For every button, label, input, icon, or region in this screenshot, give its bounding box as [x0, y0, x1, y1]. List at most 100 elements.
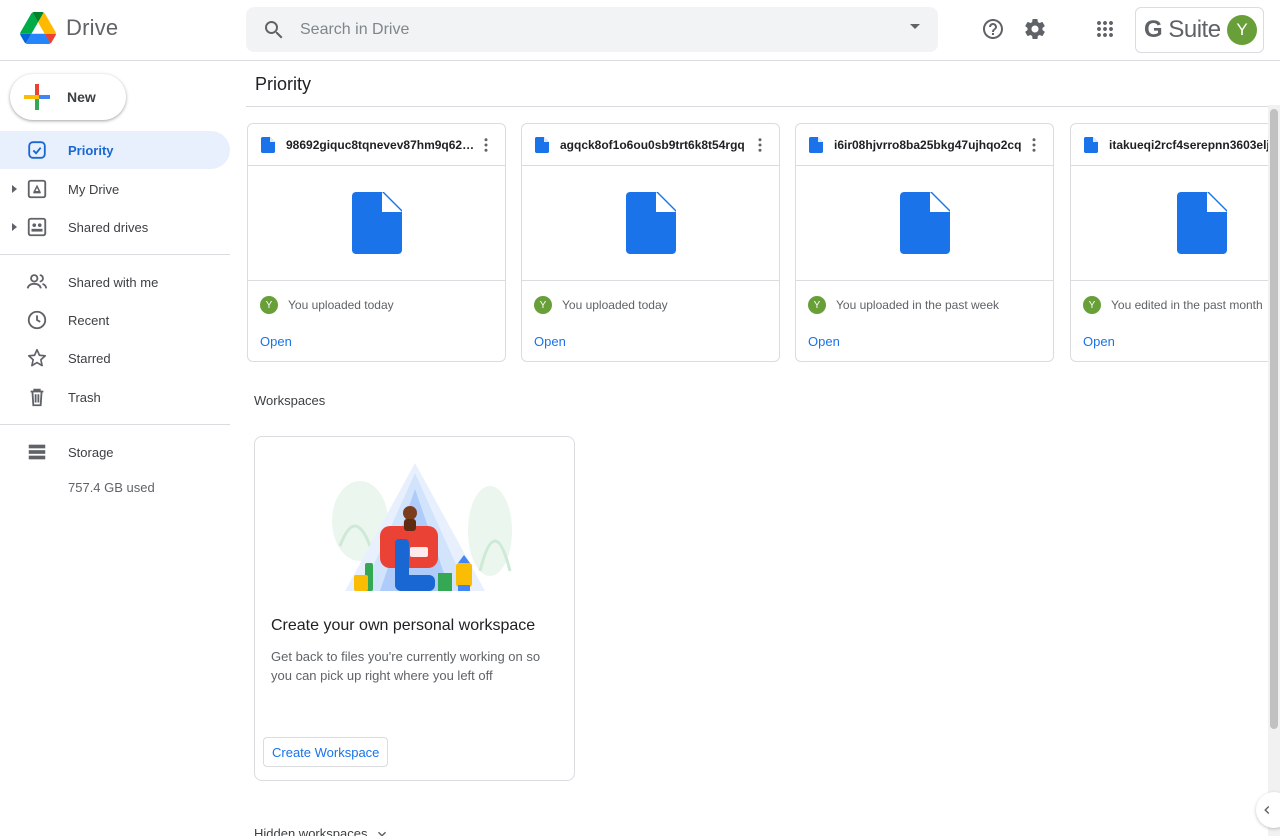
top-header: Drive G Suite Y [0, 0, 1280, 61]
file-preview[interactable] [522, 166, 779, 281]
file-name: itakueqi2rcf4serepnn3603elj [1109, 138, 1268, 152]
shared-with-me-icon [26, 274, 48, 289]
open-link[interactable]: Open [808, 334, 840, 349]
sidebar-item-label: Recent [68, 313, 110, 328]
drive-app: Drive G Suite Y New [0, 0, 1280, 836]
search-icon[interactable] [262, 18, 286, 42]
file-icon [261, 137, 275, 153]
new-button[interactable]: New [10, 74, 126, 120]
new-button-label: New [67, 89, 96, 105]
gsuite-brand: G Suite [1144, 16, 1221, 44]
apps-grid-icon[interactable] [1093, 17, 1117, 41]
user-avatar: Y [1083, 296, 1101, 314]
more-options-icon[interactable] [1025, 136, 1043, 154]
file-preview[interactable] [796, 166, 1053, 281]
storage-used-text: 757.4 GB used [68, 480, 155, 495]
app-name: Drive [66, 15, 119, 40]
sidebar-item-label: Shared drives [68, 220, 149, 235]
file-card-header: agqck8of1o6ou0sb9trt6k8t54rgq [522, 124, 779, 166]
drive-logo[interactable]: Drive [20, 12, 118, 44]
file-name: i6ir08hjvrro8ba25bkg47ujhqo2cq [834, 138, 1022, 152]
expand-caret-icon[interactable] [12, 223, 17, 231]
file-card[interactable]: 98692giquc8tqnevev87hm9q62ov Y You uploa… [247, 123, 506, 362]
file-icon [1084, 137, 1098, 153]
my-drive-icon [27, 179, 47, 199]
sidebar-item-label: Shared with me [68, 275, 159, 290]
search-options-dropdown-icon[interactable] [910, 24, 920, 29]
priority-icon [28, 141, 46, 159]
activity-text: You uploaded today [288, 298, 394, 312]
activity-text: You uploaded in the past week [836, 298, 1000, 312]
title-divider [246, 106, 1268, 107]
shared-drives-icon [27, 217, 47, 237]
main-content: Priority 98692giquc8tqnevev87hm9q62ov Y … [240, 61, 1268, 836]
sidebar-item-priority[interactable]: Priority [0, 131, 230, 169]
sidebar-divider [0, 424, 230, 425]
sidebar-item-recent[interactable]: Recent [0, 301, 230, 339]
sidebar-item-trash[interactable]: Trash [0, 378, 230, 416]
workspace-card-title: Create your own personal workspace [271, 617, 536, 634]
sidebar-divider [0, 254, 230, 255]
hidden-workspaces-toggle[interactable]: Hidden workspaces [254, 826, 389, 836]
settings-icon[interactable] [1023, 17, 1047, 41]
account-avatar[interactable]: Y [1227, 15, 1257, 45]
open-link[interactable]: Open [1083, 334, 1115, 349]
trash-icon [30, 388, 44, 407]
sidebar-item-starred[interactable]: Starred [0, 339, 230, 377]
workspaces-heading: Workspaces [254, 393, 326, 408]
sidebar-item-my-drive[interactable]: My Drive [0, 170, 230, 208]
drive-logo-icon [20, 12, 56, 44]
file-card[interactable]: agqck8of1o6ou0sb9trt6k8t54rgq Y You uplo… [521, 123, 780, 362]
file-activity: Y You uploaded in the past week [808, 296, 999, 314]
file-preview-icon [351, 192, 402, 254]
file-preview-icon [625, 192, 676, 254]
hidden-workspaces-label: Hidden workspaces [254, 826, 368, 836]
brand-letter: G [1144, 16, 1163, 43]
file-card-header: itakueqi2rcf4serepnn3603elj [1071, 124, 1268, 166]
sidebar-item-label: Trash [68, 390, 101, 405]
activity-text: You uploaded today [562, 298, 668, 312]
file-preview[interactable] [248, 166, 505, 281]
star-icon [27, 348, 47, 367]
more-options-icon[interactable] [477, 136, 495, 154]
sidebar-item-storage[interactable]: Storage [0, 433, 230, 471]
sidebar-item-shared-drives[interactable]: Shared drives [0, 208, 230, 246]
storage-icon [28, 444, 46, 460]
open-link[interactable]: Open [260, 334, 292, 349]
create-workspace-button[interactable]: Create Workspace [263, 737, 389, 767]
workspace-card-description: Get back to files you're currently worki… [271, 649, 541, 683]
file-name: agqck8of1o6ou0sb9trt6k8t54rgq [560, 138, 745, 152]
sidebar-item-label: Storage [68, 445, 114, 460]
activity-text: You edited in the past month [1111, 298, 1263, 312]
search-input[interactable] [300, 7, 860, 52]
file-card[interactable]: itakueqi2rcf4serepnn3603elj Y You edited… [1070, 123, 1268, 362]
file-activity: Y You edited in the past month [1083, 296, 1263, 314]
help-icon[interactable] [981, 17, 1005, 41]
file-preview-icon [899, 192, 950, 254]
file-preview-icon [1177, 192, 1227, 254]
file-card-header: i6ir08hjvrro8ba25bkg47ujhqo2cq [796, 124, 1053, 166]
gsuite-account-switcher[interactable]: G Suite Y [1135, 7, 1264, 53]
page-title: Priority [255, 74, 312, 94]
search-bar[interactable] [246, 7, 938, 52]
file-card-header: 98692giquc8tqnevev87hm9q62ov [248, 124, 505, 166]
workspace-illustration [332, 463, 512, 591]
sidebar-item-label: My Drive [68, 182, 120, 197]
user-avatar: Y [534, 296, 552, 314]
user-avatar: Y [808, 296, 826, 314]
main-scrollbar[interactable] [1268, 105, 1280, 836]
file-icon [809, 137, 823, 153]
more-options-icon[interactable] [751, 136, 769, 154]
chevron-down-icon [378, 831, 387, 836]
file-activity: Y You uploaded today [260, 296, 394, 314]
expand-caret-icon[interactable] [12, 185, 17, 193]
open-link[interactable]: Open [534, 334, 566, 349]
file-preview[interactable] [1071, 166, 1268, 281]
sidebar-item-label: Starred [68, 351, 111, 366]
scrollbar-thumb[interactable] [1270, 109, 1278, 729]
file-card[interactable]: i6ir08hjvrro8ba25bkg47ujhqo2cq Y You upl… [795, 123, 1054, 362]
file-activity: Y You uploaded today [534, 296, 668, 314]
sidebar-item-shared-with-me[interactable]: Shared with me [0, 263, 230, 301]
create-workspace-card: Create your own personal workspace Get b… [254, 436, 575, 781]
sidebar-item-label: Priority [68, 143, 114, 158]
